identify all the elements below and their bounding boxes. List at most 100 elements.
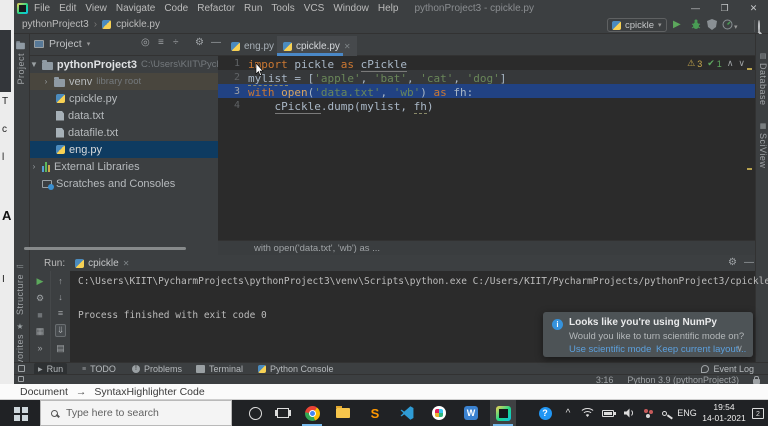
slack-button[interactable] — [426, 400, 452, 426]
chevron-down-icon[interactable]: ▾ — [734, 22, 738, 34]
stripe-structure-button[interactable]: ≔ Structure — [15, 262, 25, 315]
down-stacktrace-button[interactable]: ↓ — [58, 292, 63, 302]
numpy-notification[interactable]: i Looks like you're using NumPy Would yo… — [543, 312, 753, 357]
speaker-icon — [623, 408, 635, 418]
project-horizontal-scrollbar[interactable] — [24, 247, 186, 250]
menu-item-window[interactable]: Window — [333, 3, 369, 14]
restore-layout-button[interactable]: ▦ — [36, 326, 45, 337]
language-indicator[interactable]: ENG — [674, 400, 700, 426]
tree-item-label: venv — [69, 76, 92, 88]
next-problem-button[interactable]: ∨ — [738, 58, 745, 69]
status-panel-icon[interactable] — [18, 376, 24, 382]
menu-item-help[interactable]: Help — [378, 3, 399, 14]
minimize-button[interactable]: — — [681, 0, 710, 16]
tree-row-external-libraries[interactable]: › External Libraries — [30, 158, 218, 175]
tool-window-switcher-icon[interactable] — [18, 365, 25, 372]
wifi-tray-button[interactable] — [578, 400, 596, 426]
menu-item-file[interactable]: File — [34, 3, 50, 14]
run-panel-label: Run: — [44, 258, 65, 269]
tree-row-eng-py-selected[interactable]: eng.py — [30, 141, 218, 158]
use-scientific-mode-link[interactable]: Use scientific mode — [569, 344, 651, 355]
profiler-button[interactable] — [722, 19, 733, 34]
action-center-button[interactable]: 2 — [748, 400, 768, 426]
notification-icon: 2 — [752, 408, 764, 419]
menu-item-run[interactable]: Run — [244, 3, 262, 14]
collapse-all-button[interactable]: ÷ — [173, 37, 179, 48]
more-actions-button[interactable]: » — [37, 343, 42, 353]
inspection-widget[interactable]: ⚠ 3 ✔ 1 ∧ ∨ — [687, 58, 745, 69]
tray-app-button-2[interactable] — [656, 400, 672, 426]
keep-current-layout-link[interactable]: Keep current layout... — [656, 344, 746, 355]
tray-app-button-1[interactable] — [640, 400, 656, 426]
tree-row-root[interactable]: ▼ pythonProject3 C:\Users\KIIT\PycharmPr… — [30, 56, 218, 73]
tree-row-datafile-txt[interactable]: datafile.txt — [30, 124, 218, 141]
run-configuration-select[interactable]: cpickle ▾ — [607, 18, 667, 32]
close-tab-icon[interactable]: ✕ — [344, 42, 351, 51]
rerun-button[interactable]: ▶ — [37, 276, 44, 287]
menu-item-navigate[interactable]: Navigate — [116, 3, 155, 14]
run-settings-button[interactable]: ⚙ — [36, 293, 44, 304]
run-tab-cpickle[interactable]: cpickle ✕ — [71, 255, 133, 271]
tree-row-scratches[interactable]: Scratches and Consoles — [30, 175, 218, 192]
chrome-taskbar-button[interactable] — [299, 400, 325, 426]
code-token: , — [400, 100, 413, 113]
locate-file-button[interactable]: ◎ — [141, 37, 150, 48]
menu-item-vcs[interactable]: VCS — [304, 3, 325, 14]
task-view-button[interactable] — [271, 400, 295, 426]
run-button[interactable]: ▶ — [673, 19, 681, 31]
pycharm-taskbar-button[interactable] — [490, 400, 516, 426]
close-button[interactable]: ✕ — [739, 0, 768, 16]
clock[interactable]: 19:54 14-01-2021 — [702, 400, 746, 426]
up-stacktrace-button[interactable]: ↑ — [58, 276, 63, 286]
vscode-button[interactable] — [394, 400, 420, 426]
code-editor[interactable]: 1 2 3 4 import pickle as cPickle mylist … — [218, 56, 755, 240]
scroll-to-end-button[interactable]: ⇓ — [55, 324, 67, 337]
window-title: pythonProject3 - cpickle.py — [414, 3, 534, 14]
tree-row-cpickle-py[interactable]: cpickle.py — [30, 90, 218, 107]
expand-all-button[interactable]: ≡ — [158, 37, 164, 48]
panel-settings-button[interactable]: ⚙ — [195, 37, 204, 48]
wps-button[interactable]: W — [458, 400, 484, 426]
run-panel-hide-button[interactable]: — — [744, 257, 754, 268]
project-panel-header[interactable]: Project ▾ — [34, 38, 90, 50]
soft-wrap-button[interactable]: ≡ — [58, 308, 63, 318]
tray-show-hidden-button[interactable]: ^ — [560, 400, 576, 426]
run-panel-settings-button[interactable]: ⚙ — [728, 257, 737, 268]
start-button[interactable] — [0, 400, 40, 426]
tree-row-venv[interactable]: › venv library root — [30, 73, 218, 90]
hide-panel-button[interactable]: — — [211, 37, 221, 48]
cortana-button[interactable] — [243, 400, 267, 426]
get-help-button[interactable]: ? — [533, 400, 557, 426]
maximize-button[interactable]: ❐ — [710, 0, 739, 16]
debug-button[interactable] — [691, 19, 701, 34]
taskbar-search-box[interactable]: Type here to search — [40, 400, 232, 426]
search-everywhere-button[interactable] — [758, 21, 760, 33]
windows-logo-icon — [14, 407, 20, 413]
print-button[interactable]: ▤ — [56, 343, 65, 354]
sublime-text-button[interactable]: S — [362, 400, 388, 426]
breadcrumb-file[interactable]: cpickle.py — [116, 19, 160, 30]
breadcrumb-project[interactable]: pythonProject3 — [22, 19, 89, 30]
lock-icon[interactable] — [753, 379, 760, 384]
file-explorer-button[interactable] — [330, 400, 356, 426]
run-with-coverage-button[interactable] — [707, 19, 717, 34]
menu-item-refactor[interactable]: Refactor — [197, 3, 235, 14]
menu-item-edit[interactable]: Edit — [59, 3, 76, 14]
menu-item-view[interactable]: View — [85, 3, 107, 14]
stripe-project-button[interactable]: Project — [15, 40, 26, 85]
chevron-down-icon[interactable]: ∨ — [736, 343, 743, 354]
chevron-collapsed-icon[interactable]: › — [42, 77, 50, 86]
battery-tray-button[interactable] — [598, 400, 618, 426]
stripe-sciview-button[interactable]: ▦ SciView — [758, 122, 768, 168]
chevron-expanded-icon[interactable]: ▼ — [30, 60, 38, 69]
menu-item-tools[interactable]: Tools — [271, 3, 294, 14]
prev-problem-button[interactable]: ∧ — [727, 58, 734, 69]
stripe-database-button[interactable]: ▤ Database — [758, 52, 768, 106]
chevron-collapsed-icon[interactable]: › — [30, 162, 38, 171]
tree-row-data-txt[interactable]: data.txt — [30, 107, 218, 124]
line-number: 4 — [218, 100, 240, 111]
close-tab-icon[interactable]: ✕ — [123, 259, 130, 268]
menu-item-code[interactable]: Code — [164, 3, 188, 14]
language-label: ENG — [677, 408, 697, 418]
volume-tray-button[interactable] — [620, 400, 638, 426]
